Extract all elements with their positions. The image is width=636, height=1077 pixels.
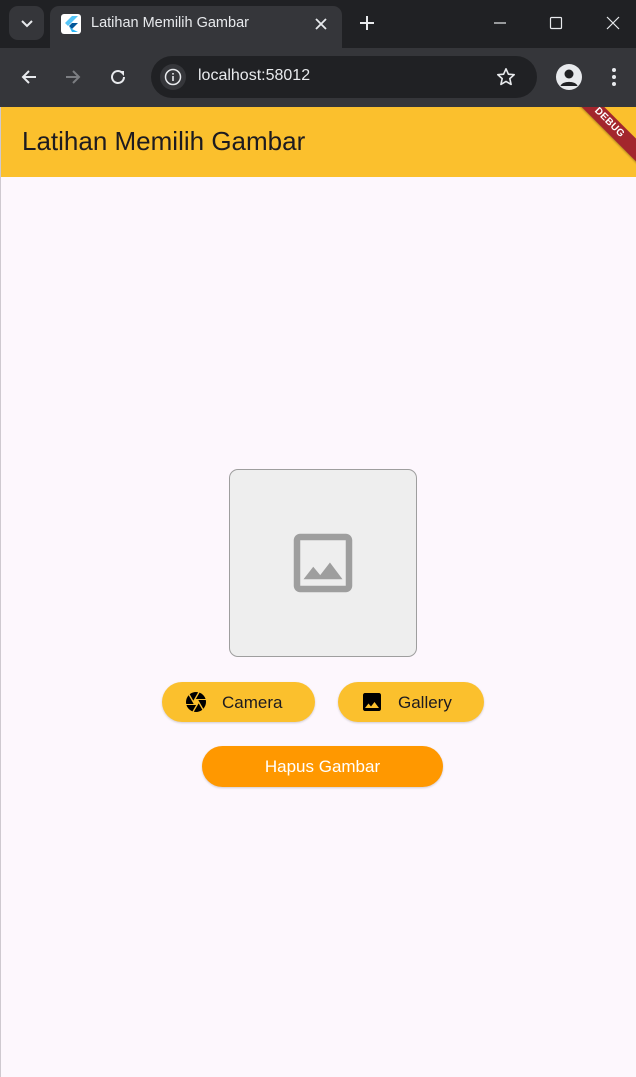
- minimize-icon: [494, 22, 506, 24]
- close-window-button[interactable]: [591, 6, 635, 40]
- camera-button[interactable]: Camera: [162, 682, 315, 722]
- browser-menu-button[interactable]: [602, 63, 626, 91]
- reload-button[interactable]: [101, 60, 135, 94]
- delete-image-button[interactable]: Hapus Gambar: [202, 746, 443, 787]
- new-tab-button[interactable]: [354, 10, 380, 36]
- camera-button-label: Camera: [222, 693, 283, 712]
- tab-strip: Latihan Memilih Gambar: [0, 0, 636, 48]
- info-icon: [164, 68, 182, 86]
- arrow-right-icon: [66, 70, 81, 84]
- close-tab-button[interactable]: [310, 13, 332, 35]
- maximize-icon: [549, 16, 563, 30]
- more-vert-icon: [612, 68, 616, 86]
- browser-tab[interactable]: Latihan Memilih Gambar: [50, 6, 342, 48]
- app-bar: Latihan Memilih Gambar: [1, 107, 636, 177]
- gallery-button-label: Gallery: [398, 693, 452, 712]
- close-icon: [606, 16, 620, 30]
- delete-image-button-label: Hapus Gambar: [264, 757, 381, 776]
- address-bar[interactable]: localhost:58012: [151, 56, 537, 98]
- minimize-button[interactable]: [478, 6, 522, 40]
- forward-button[interactable]: [56, 60, 90, 94]
- plus-icon: [360, 16, 374, 30]
- person-icon: [560, 69, 578, 86]
- close-icon: [315, 18, 327, 30]
- browser-toolbar: localhost:58012: [0, 48, 636, 107]
- app-viewport: Latihan Memilih Gambar DEBUG Camera Gall…: [0, 107, 636, 1077]
- image-preview: [229, 469, 417, 657]
- reload-icon: [111, 70, 125, 84]
- gallery-button[interactable]: Gallery: [338, 682, 484, 722]
- page-title: Latihan Memilih Gambar: [22, 126, 306, 156]
- tab-title: Latihan Memilih Gambar: [91, 15, 249, 31]
- site-info-button[interactable]: [160, 64, 186, 90]
- camera-icon: [184, 690, 208, 714]
- back-button[interactable]: [12, 60, 46, 94]
- chevron-down-icon: [20, 20, 33, 28]
- flutter-icon: [61, 14, 81, 34]
- image-icon: [360, 690, 384, 714]
- tab-search-button[interactable]: [9, 6, 44, 40]
- bookmark-button[interactable]: [493, 64, 519, 90]
- star-icon: [497, 68, 515, 86]
- profile-button[interactable]: [556, 64, 582, 90]
- browser-window: Latihan Memilih Gambar localhost:58012 L…: [0, 0, 636, 1077]
- maximize-button[interactable]: [534, 6, 578, 40]
- image-icon: [293, 533, 353, 593]
- arrow-left-icon: [21, 70, 36, 84]
- url-text: localhost:58012: [198, 67, 311, 84]
